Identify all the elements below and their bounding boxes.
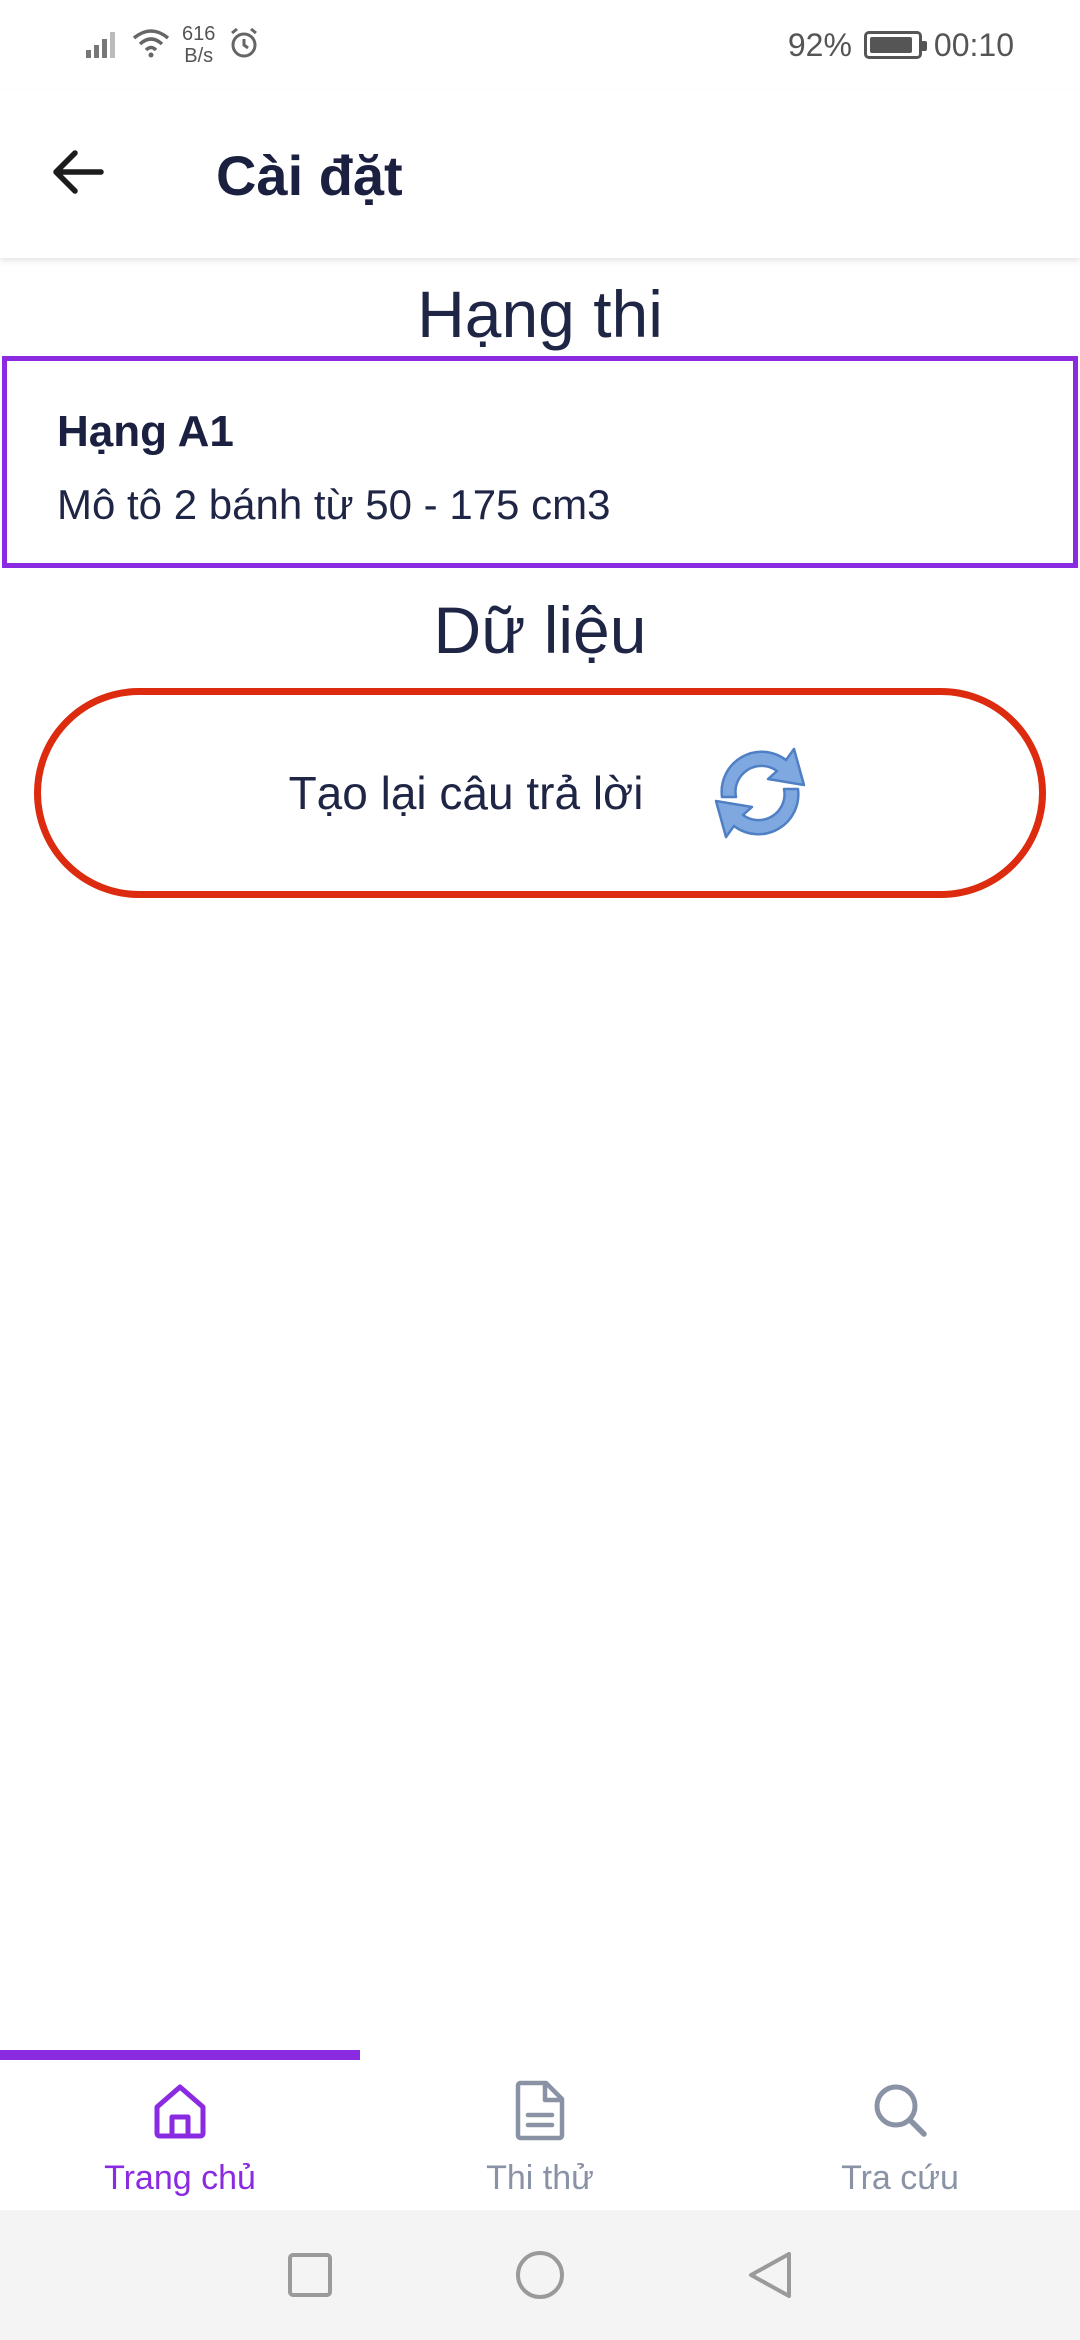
document-icon bbox=[508, 2078, 572, 2142]
system-navigation-bar bbox=[0, 2210, 1080, 2340]
wifi-icon bbox=[132, 28, 170, 63]
license-rank-card[interactable]: Hạng A1 Mô tô 2 bánh từ 50 - 175 cm3 bbox=[2, 356, 1078, 568]
page-title: Cài đặt bbox=[216, 144, 403, 207]
refresh-icon bbox=[699, 732, 821, 854]
nav-tab-home[interactable]: Trang chủ bbox=[0, 2070, 360, 2210]
home-icon bbox=[148, 2078, 212, 2142]
bottom-navigation: Trang chủ Thi thử Tra cứu bbox=[0, 2050, 1080, 2210]
nav-label-home: Trang chủ bbox=[104, 2159, 256, 2197]
arrow-left-icon bbox=[51, 149, 105, 200]
clock: 00:10 bbox=[933, 26, 1014, 63]
nav-tab-lookup[interactable]: Tra cứu bbox=[720, 2070, 1080, 2210]
app-bar: Cài đặt bbox=[0, 90, 1080, 258]
nav-label-lookup: Tra cứu bbox=[841, 2159, 959, 2197]
search-icon bbox=[868, 2078, 932, 2142]
network-speed: 616 B/s bbox=[182, 23, 215, 67]
alarm-icon bbox=[227, 26, 261, 65]
license-rank-title: Hạng A1 bbox=[57, 407, 234, 456]
battery-icon bbox=[863, 31, 927, 59]
status-bar: 616 B/s 92% 00:10 bbox=[0, 0, 1080, 90]
regenerate-answers-button[interactable]: Tạo lại câu trả lời bbox=[34, 688, 1046, 898]
back-triangle-icon[interactable] bbox=[740, 2245, 800, 2305]
back-button[interactable] bbox=[36, 132, 120, 216]
net-speed-value: 616 bbox=[182, 23, 216, 45]
recent-apps-icon[interactable] bbox=[280, 2245, 340, 2305]
nav-tab-practice-test[interactable]: Thi thử bbox=[360, 2070, 720, 2210]
active-tab-indicator bbox=[0, 2050, 360, 2060]
status-right: 92% 00:10 bbox=[788, 18, 1014, 72]
section-heading-data: Dữ liệu bbox=[433, 593, 647, 667]
battery-percent: 92% bbox=[787, 26, 852, 63]
nav-label-practice-test: Thi thử bbox=[486, 2159, 594, 2197]
status-left: 616 B/s bbox=[86, 18, 261, 72]
regenerate-answers-label: Tạo lại câu trả lời bbox=[288, 767, 644, 819]
net-speed-unit: B/s bbox=[184, 45, 214, 67]
signal-icon bbox=[86, 28, 120, 63]
home-circle-icon[interactable] bbox=[510, 2245, 570, 2305]
license-rank-description: Mô tô 2 bánh từ 50 - 175 cm3 bbox=[57, 481, 611, 528]
section-heading-rank: Hạng thi bbox=[417, 277, 663, 351]
